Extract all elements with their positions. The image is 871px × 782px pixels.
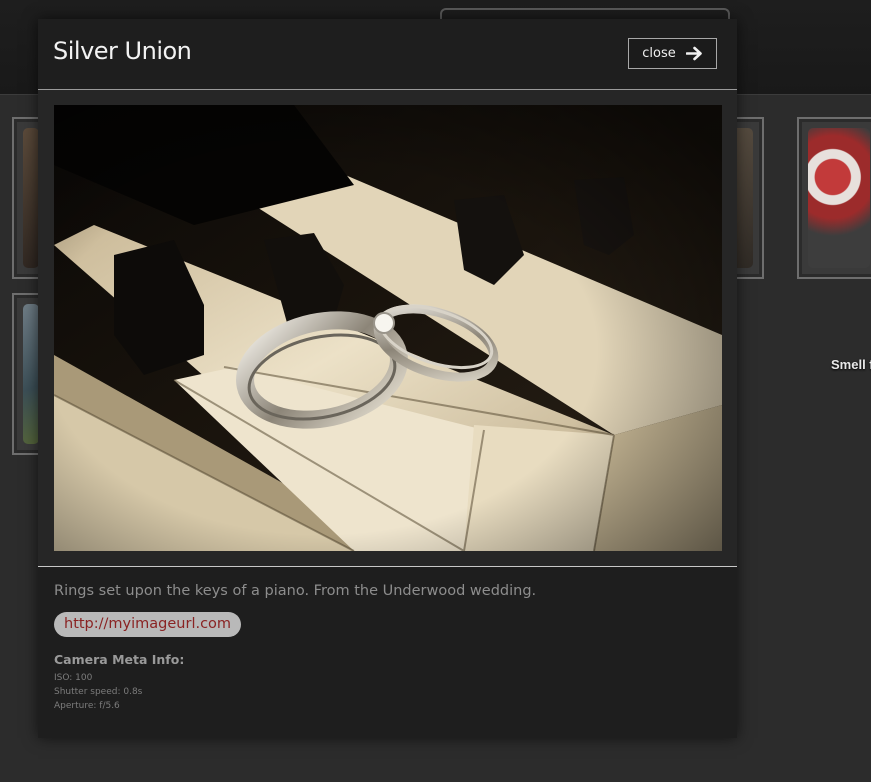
- arrow-right-icon: [685, 46, 702, 61]
- lightbox-modal: Silver Union close Rings set upon the ke…: [38, 19, 737, 738]
- meta-aperture: Aperture: f/5.6: [54, 701, 120, 711]
- meta-shutter-speed: Shutter speed: 0.8s: [54, 687, 143, 697]
- close-button[interactable]: close: [628, 38, 717, 69]
- camera-meta-heading: Camera Meta Info:: [54, 652, 185, 667]
- thumb-image: [808, 128, 870, 268]
- thumb-label: Smell f: [831, 357, 871, 372]
- image-url-link[interactable]: http://myimageurl.com: [54, 612, 242, 637]
- photo-caption: Rings set upon the keys of a piano. From…: [54, 583, 537, 599]
- image-area: [38, 90, 737, 567]
- modal-title: Silver Union: [53, 37, 192, 65]
- gallery-thumb-4[interactable]: Smell f: [797, 117, 871, 372]
- thumb-image: [23, 304, 39, 444]
- modal-header: Silver Union close: [38, 19, 737, 90]
- thumb-image: [23, 128, 39, 268]
- close-label: close: [642, 46, 676, 61]
- photo-rings-on-piano: [54, 105, 722, 551]
- meta-iso: ISO: 100: [54, 673, 93, 683]
